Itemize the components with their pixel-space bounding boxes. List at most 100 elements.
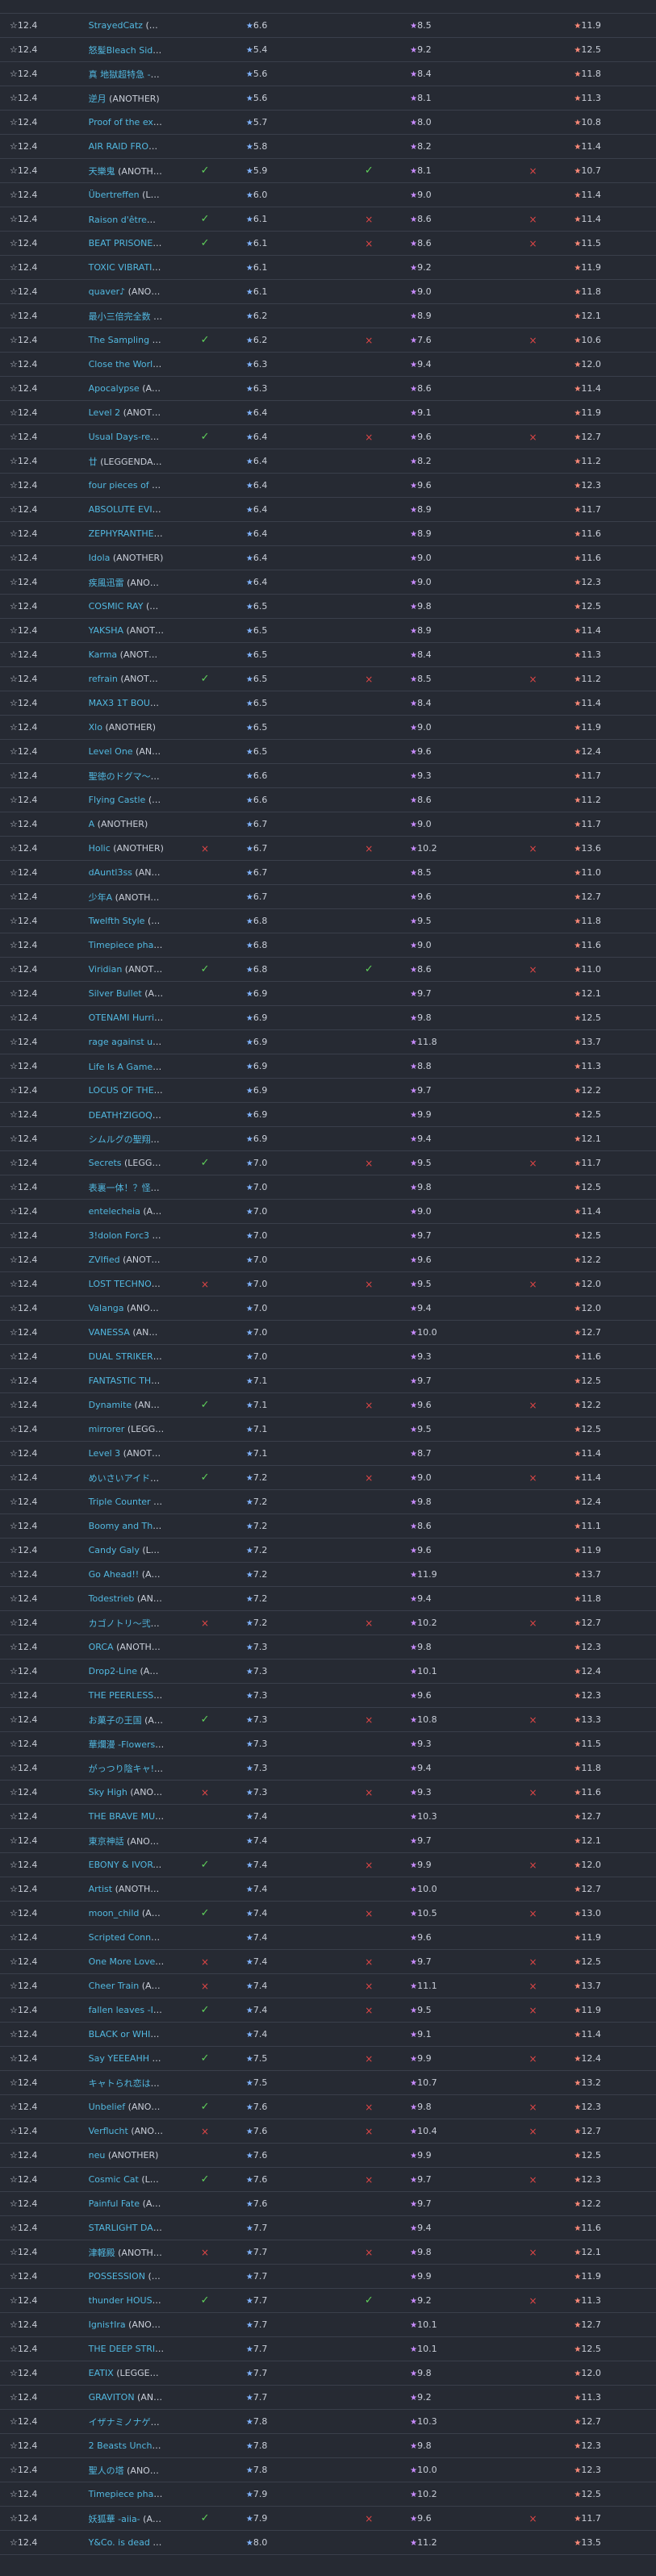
song-title-link[interactable]: Sky High xyxy=(89,1787,127,1797)
song-title-link[interactable]: FANTASTIC THREE xyxy=(89,1376,165,1386)
song-title-link[interactable]: Holic xyxy=(89,843,111,854)
song-title-link[interactable]: POSSESSION xyxy=(89,2271,145,2282)
song-title-link[interactable]: がっつり陰キャ!? 怪盗いいんちょの悩み xyxy=(89,1764,165,1774)
song-title-link[interactable]: A xyxy=(89,819,95,829)
song-title-link[interactable]: COSMIC RAY xyxy=(89,601,144,612)
song-title-link[interactable]: イザナミノナゲキ xyxy=(89,2417,160,2428)
song-title-link[interactable]: VANESSA xyxy=(89,1327,130,1338)
song-title-link[interactable]: 天樂鬼 xyxy=(89,166,115,177)
song-title-link[interactable]: 3!dolon Forc3 xyxy=(89,1230,149,1241)
song-title-link[interactable]: 華爛漫 -Flowers- xyxy=(89,1739,165,1750)
song-title-link[interactable]: One More Lovely xyxy=(89,1956,165,1967)
song-title-link[interactable]: rage against usual xyxy=(89,1037,165,1047)
song-title-link[interactable]: neu xyxy=(89,2150,106,2161)
song-title-link[interactable]: Triple Counter xyxy=(89,1497,151,1507)
song-title-link[interactable]: 聖人の塔 xyxy=(89,2465,124,2476)
song-title-link[interactable]: fallen leaves -IIDX edition- xyxy=(89,2005,165,2015)
song-title-link[interactable]: Usual Days-remix xyxy=(89,432,165,442)
song-title-link[interactable]: Dynamite xyxy=(89,1400,132,1410)
song-title-link[interactable]: Apocalypse xyxy=(89,383,140,394)
song-title-link[interactable]: Proof of the existence xyxy=(89,117,165,127)
song-title-link[interactable]: Viridian xyxy=(89,964,123,975)
song-title-link[interactable]: 東京神話 xyxy=(89,1836,124,1847)
song-title-link[interactable]: Verflucht xyxy=(89,2126,128,2136)
song-title-link[interactable]: THE DEEP STRIKER xyxy=(89,2344,165,2354)
song-title-link[interactable]: Raison d'être～交差する宿命～ xyxy=(89,215,165,225)
song-title-link[interactable]: thunder HOUSE NATION Remix xyxy=(89,2295,165,2306)
song-title-link[interactable]: Unbelief xyxy=(89,2102,126,2112)
song-title-link[interactable]: 津軽殿 xyxy=(89,2248,115,2258)
song-title-link[interactable]: 2 Beasts Unchained xyxy=(89,2440,165,2451)
song-title-link[interactable]: LOCUS OF THE TRAVEL xyxy=(89,1085,165,1096)
song-title-link[interactable]: 廿 xyxy=(89,457,98,467)
song-title-link[interactable]: Life Is A Game ft.DD"ナカタ"Metal xyxy=(89,1062,165,1072)
song-title-link[interactable]: Cheer Train xyxy=(89,1981,140,1991)
song-title-link[interactable]: 疾風迅雷 xyxy=(89,578,124,588)
song-title-link[interactable]: Valanga xyxy=(89,1303,124,1313)
song-title-link[interactable]: Boomy and The Boost xyxy=(89,1521,165,1531)
song-title-link[interactable]: Flying Castle xyxy=(89,795,146,805)
song-title-link[interactable]: ZVIfied xyxy=(89,1255,120,1265)
song-title-link[interactable]: MAX3 1T BOUNC3 xyxy=(89,698,165,708)
song-title-link[interactable]: Timepiece phase II xyxy=(89,2489,165,2499)
song-title-link[interactable]: GRAVITON xyxy=(89,2392,135,2403)
song-title-link[interactable]: Scripted Connection⇒ A mix xyxy=(89,1932,165,1943)
song-title-link[interactable]: キャトられ恋はモ～モク xyxy=(89,2078,165,2089)
song-title-link[interactable]: 怒髪Bleach Side Bunny xyxy=(89,45,165,56)
song-title-link[interactable]: Artist xyxy=(89,1884,112,1894)
song-title-link[interactable]: four pieces of heaven xyxy=(89,480,165,491)
song-title-link[interactable]: BEAT PRISONER xyxy=(89,238,162,248)
song-title-link[interactable]: Secrets xyxy=(89,1158,122,1168)
song-title-link[interactable]: EATIX xyxy=(89,2368,114,2378)
song-title-link[interactable]: Level 3 xyxy=(89,1448,121,1459)
song-title-link[interactable]: Candy Galy xyxy=(89,1545,140,1555)
song-title-link[interactable]: EBONY & IVORY xyxy=(89,1860,162,1870)
song-title-link[interactable]: 聖徳のドグマ～Miserables～ xyxy=(89,771,165,782)
song-title-link[interactable]: Cosmic Cat xyxy=(89,2174,139,2185)
song-title-link[interactable]: LOST TECHNOLOGIE xyxy=(89,1279,165,1289)
song-title-link[interactable]: カゴノトリ～弐式～ xyxy=(89,1618,165,1629)
song-title-link[interactable]: ABSOLUTE EVIL xyxy=(89,504,161,515)
song-title-link[interactable]: お菓子の王国 xyxy=(89,1715,142,1726)
song-title-link[interactable]: Say YEEEAHH xyxy=(89,2053,149,2064)
song-title-link[interactable]: refrain xyxy=(89,674,118,684)
song-title-link[interactable]: OTENAMI Hurricane xyxy=(89,1012,165,1023)
song-title-link[interactable]: ZEPHYRANTHES xyxy=(89,528,163,539)
song-title-link[interactable]: quaver♪ xyxy=(89,286,126,297)
song-title-link[interactable]: ORCA xyxy=(89,1642,114,1652)
song-title-link[interactable]: Timepiece phase II (CN Ver.) xyxy=(89,940,165,950)
song-title-link[interactable]: moon_child xyxy=(89,1908,140,1918)
song-title-link[interactable]: STARLIGHT DANCEHALL xyxy=(89,2223,165,2233)
song-title-link[interactable]: 最小三倍完全数 xyxy=(89,311,151,322)
song-title-link[interactable]: BLACK or WHITE? xyxy=(89,2029,165,2040)
song-title-link[interactable]: Level One xyxy=(89,746,133,757)
song-title-link[interactable]: Ignis†Ira xyxy=(89,2319,126,2330)
song-title-link[interactable]: 真 地獄超特急 -HELL or HELL- xyxy=(89,69,165,80)
song-title-link[interactable]: Karma xyxy=(89,649,118,660)
song-title-link[interactable]: シムルグの聖翔め xyxy=(89,1134,160,1145)
song-title-link[interactable]: 少年A xyxy=(89,892,113,903)
song-title-link[interactable]: 逆月 xyxy=(89,94,107,104)
song-title-link[interactable]: Painful Fate xyxy=(89,2198,140,2209)
song-title-link[interactable]: THE PEERLESS UNDER HEAVEN xyxy=(89,1690,165,1701)
song-title-link[interactable]: Übertreffen xyxy=(89,190,140,200)
song-title-link[interactable]: TOXIC VIBRATION xyxy=(89,262,165,273)
song-title-link[interactable]: Xlo xyxy=(89,722,102,733)
song-title-link[interactable]: StrayedCatz xyxy=(89,20,143,31)
song-title-link[interactable]: dAuntl3ss xyxy=(89,867,132,878)
song-title-link[interactable]: mirrorer xyxy=(89,1424,125,1434)
song-title-link[interactable]: YAKSHA xyxy=(89,625,123,636)
song-title-link[interactable]: entelecheia xyxy=(89,1206,140,1217)
song-title-link[interactable]: めいさいアイドル☆あいむちゃん♪ xyxy=(89,1473,165,1484)
song-title-link[interactable]: Idola xyxy=(89,553,111,563)
song-title-link[interactable]: Todestrieb xyxy=(89,1593,135,1604)
song-title-link[interactable]: Silver Bullet xyxy=(89,988,142,999)
song-title-link[interactable]: Drop2-Line xyxy=(89,1666,137,1676)
song-title-link[interactable]: Level 2 xyxy=(89,407,121,418)
song-title-link[interactable]: Y&Co. is dead or alive xyxy=(89,2537,165,2548)
song-title-link[interactable]: 妖狐華 -aiia- xyxy=(89,2514,140,2524)
song-title-link[interactable]: DUAL STRIKER xyxy=(89,1351,162,1362)
song-title-link[interactable]: THE BRAVE MUST DIE xyxy=(89,1811,165,1822)
song-title-link[interactable]: Close the World feat.a☆ru xyxy=(89,359,165,369)
song-title-link[interactable]: 表裏一体！？怪盗いいんちょの悩み xyxy=(89,1183,165,1193)
